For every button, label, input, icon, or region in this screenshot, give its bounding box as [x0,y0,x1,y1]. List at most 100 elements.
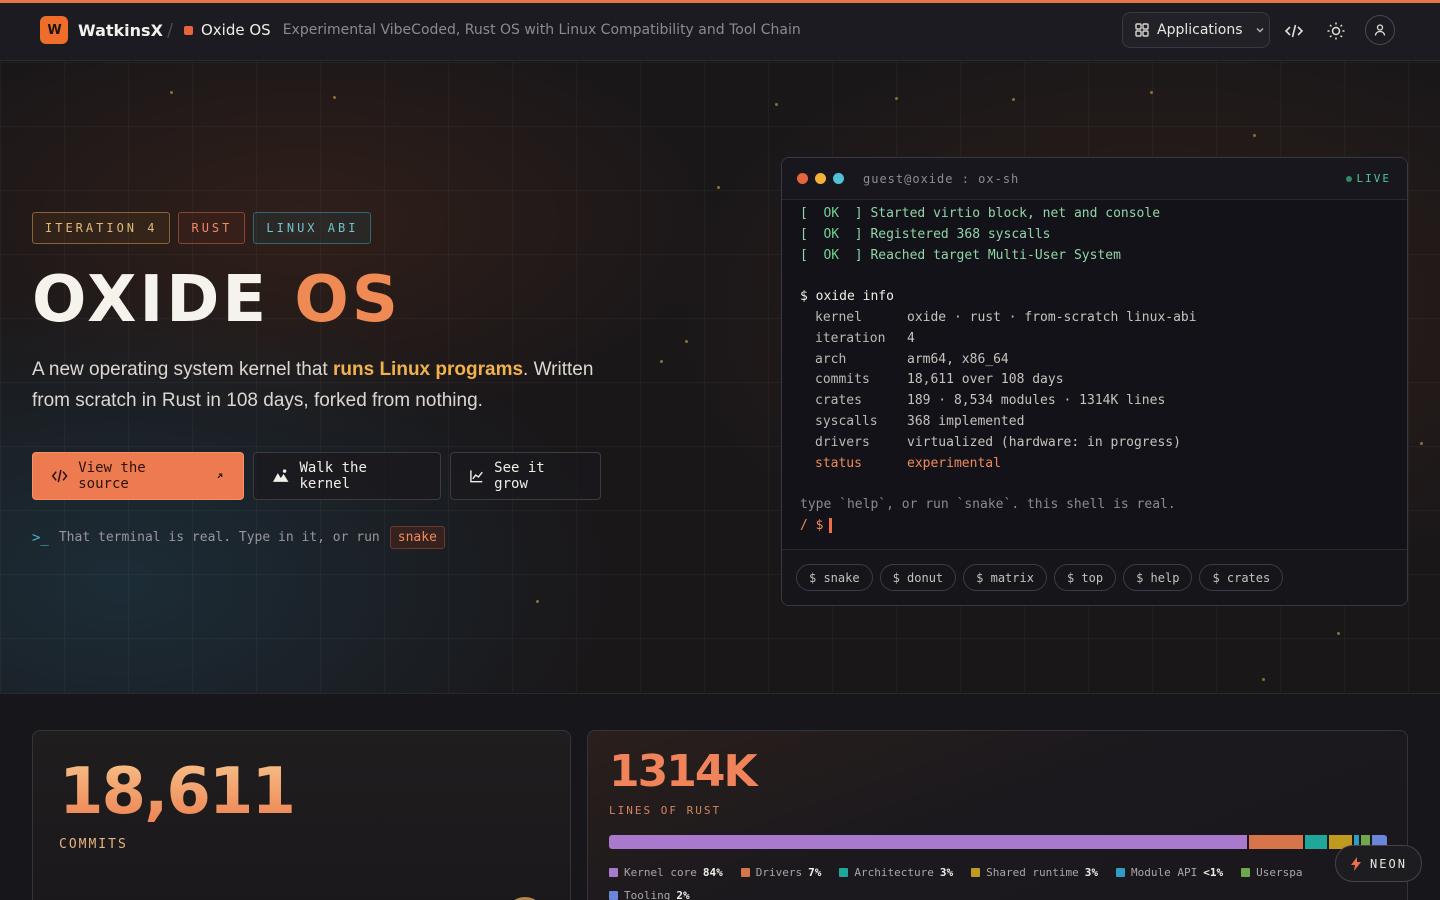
legend-percent: 7% [808,866,822,879]
info-key: iteration [815,330,886,346]
snake-chip[interactable]: snake [389,526,445,549]
chip-help[interactable]: $ help [1123,564,1193,591]
legend-item: Kernel core 84% [609,866,723,879]
legend-swatch [839,868,849,877]
user-icon [1374,24,1386,36]
info-row: crates 189 · 8,534 modules · 1314K lines [800,391,1389,412]
view-source-label: View the source [78,460,146,492]
boot-status: OK [823,247,840,263]
lines-card: 1314K LINES OF RUST Kernel core 84% Driver… [587,730,1408,900]
info-value: arm64, x86_64 [907,351,1009,367]
legend-item: Architecture 3% [839,866,953,879]
command-chip-bar: $ snake $ donut $ matrix $ top $ help $ … [782,549,1407,605]
project-title[interactable]: Oxide OS [201,21,271,39]
star-decoration [1262,678,1265,681]
text-cursor [829,517,833,533]
terminal-title: guest@oxide : ox-sh [863,171,1020,186]
chevron-down-icon [1256,28,1264,33]
brand[interactable]: W WatkinsX [40,16,163,44]
info-row: syscalls 368 implemented [800,412,1389,433]
chip-snake[interactable]: $ snake [796,564,873,591]
tag-rust: RUST [178,212,246,244]
code-icon[interactable] [1284,21,1304,41]
info-key: crates [815,393,862,409]
desc-before: A new operating system kernel that [32,359,333,380]
lines-label: LINES OF RUST [609,804,722,817]
close-dot-icon [797,173,808,184]
info-value: oxide · rust · from-scratch linux-abi [907,309,1197,325]
user-account-button[interactable] [1365,15,1395,45]
chip-crates[interactable]: $ crates [1199,564,1284,591]
star-decoration [333,96,336,99]
live-badge: LIVE [1345,172,1392,185]
minimize-dot-icon [815,173,826,184]
breadcrumb-separator: / [167,20,174,41]
boot-text: Started virtio block, net and console [870,206,1161,221]
star-decoration [685,340,688,343]
boot-text: Registered 368 syscalls [870,226,1051,242]
commits-value: 18,611 [59,755,296,829]
walk-kernel-button[interactable]: Walk the kernel [253,452,441,500]
legend-item: Tooling 2% [609,889,690,900]
chip-matrix[interactable]: $ matrix [963,564,1047,591]
maximize-dot-icon [833,173,844,184]
boot-line: [ OK ] Registered 368 syscalls [800,226,1051,242]
help-line: type `help`, or run `snake`. this shell … [800,497,1176,513]
boot-status: OK [823,206,840,221]
breadcrumb: Oxide OS Experimental VibeCoded, Rust OS… [184,21,801,39]
info-value: 18,611 over 108 days [907,372,1064,388]
view-source-button[interactable]: View the source [32,452,244,500]
info-key: syscalls [815,413,878,429]
info-value: 4 [907,330,915,346]
project-description: Experimental VibeCoded, Rust OS with Lin… [282,22,801,38]
see-grow-button[interactable]: See it grow [450,452,601,500]
breakdown-segment [1304,835,1328,849]
chip-donut[interactable]: $ donut [879,564,957,591]
line-chart-icon [470,470,483,483]
breakdown-segment [609,835,1248,849]
star-decoration [660,360,663,363]
terminal-window[interactable]: guest@oxide : ox-sh LIVE [ OK ] Started … [781,157,1408,606]
neon-label: NEON [1370,856,1407,871]
legend-percent: <1% [1203,866,1224,879]
applications-button[interactable]: Applications [1122,12,1270,48]
walk-kernel-label: Walk the kernel [299,460,367,492]
boot-line: [ OK ] Reached target Multi-User System [800,247,1121,263]
legend-percent: 3% [939,866,954,879]
star-decoration [895,97,898,100]
info-key: commits [815,372,870,388]
legend-name: Architecture [854,866,934,879]
star-decoration [1012,98,1015,101]
info-value: 189 · 8,534 modules · 1314K lines [907,393,1166,409]
info-row: kernel oxide · rust · from-scratch linux-… [800,308,1389,329]
legend-swatch [740,868,750,877]
info-row: arch arm64, x86_64 [800,350,1389,371]
lines-breakdown-legend: Kernel core 84% Drivers 7% Architecture 3% Sha… [609,866,1399,900]
boot-line: [ OK ] Started virtio block, net and con… [800,206,1161,221]
star-decoration [775,103,778,106]
terminal-output[interactable]: [ OK ] Started virtio block, net and con… [782,200,1407,541]
info-key: kernel [815,309,862,325]
legend-item: Shared runtime 3% [971,866,1098,879]
chip-top[interactable]: $ top [1053,564,1117,591]
info-key: drivers [815,434,870,450]
lines-breakdown-bar [609,835,1387,849]
tag-linux-abi: LINUX ABI [253,212,372,244]
navbar: W WatkinsX / Oxide OS Experimental VibeC… [0,3,1440,61]
prompt-line[interactable]: / $ [800,516,1389,537]
neon-toggle-button[interactable]: NEON [1335,845,1422,882]
theme-sun-icon[interactable] [1326,21,1346,41]
boot-status: OK [823,226,840,242]
hero-title-accent: OS [294,263,401,337]
star-decoration [1253,134,1256,137]
star-decoration [170,91,173,94]
brand-name: WatkinsX [78,20,163,40]
hero-title: OXIDE OS [32,262,401,338]
info-value: virtualized (hardware: in progress) [907,434,1181,450]
info-row-status: status experimental [800,454,1389,475]
tag-iteration: ITERATION 4 [32,212,171,244]
info-key: status [815,455,862,471]
legend-percent: 2% [676,889,690,900]
